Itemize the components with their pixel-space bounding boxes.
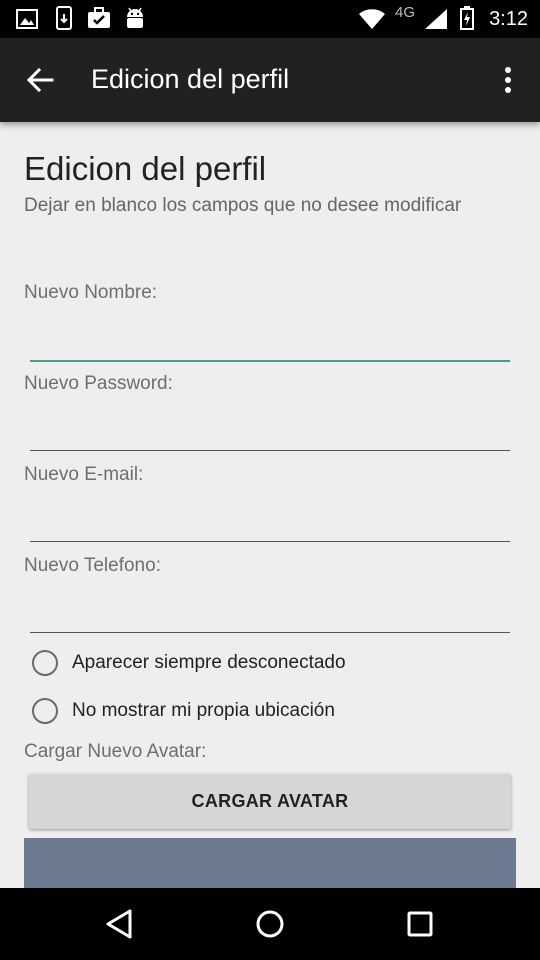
avatar-preview (24, 838, 516, 888)
page-title: Edicion del perfil (24, 150, 267, 187)
home-circle-icon (256, 910, 284, 938)
password-input[interactable] (30, 412, 510, 451)
recents-square-icon (407, 911, 433, 937)
nav-recents-button[interactable] (402, 906, 438, 942)
page-subtitle: Dejar en blanco los campos que no desee … (24, 195, 462, 216)
overflow-menu-button[interactable] (498, 62, 518, 98)
name-input[interactable] (30, 322, 510, 362)
radio-unchecked-icon (32, 698, 58, 724)
wifi-icon (359, 9, 385, 29)
nav-back-button[interactable] (102, 906, 138, 942)
avatar-label: Cargar Nuevo Avatar: (24, 741, 207, 762)
radio-unchecked-icon (32, 650, 58, 676)
profile-edit-form: Edicion del perfil Dejar en blanco los c… (0, 122, 540, 888)
more-vert-icon (505, 67, 511, 93)
navigation-bar (0, 888, 540, 960)
status-time: 3:12 (489, 8, 528, 30)
status-bar: 4G 3:12 (0, 0, 540, 38)
password-label: Nuevo Password: (24, 373, 173, 394)
upload-avatar-button[interactable]: CARGAR AVATAR (29, 774, 511, 829)
phone-input[interactable] (30, 594, 510, 633)
android-icon (127, 7, 143, 28)
appear-offline-label: Aparecer siempre desconectado (72, 652, 346, 673)
back-button[interactable] (20, 60, 60, 100)
email-label: Nuevo E-mail: (24, 464, 144, 485)
app-bar: Edicion del perfil (0, 38, 540, 122)
battery-icon (460, 6, 474, 30)
arrow-back-icon (26, 67, 54, 93)
name-label: Nuevo Nombre: (24, 282, 158, 303)
briefcase-check-icon (88, 7, 110, 28)
app-bar-title: Edicion del perfil (91, 64, 290, 94)
phone-label: Nuevo Telefono: (24, 555, 161, 576)
network-type: 4G (395, 4, 416, 21)
nav-home-button[interactable] (252, 906, 288, 942)
image-icon (16, 9, 38, 29)
phone-download-icon (56, 6, 72, 30)
hide-location-label: No mostrar mi propia ubicación (72, 700, 335, 721)
back-triangle-icon (106, 909, 132, 939)
email-input[interactable] (30, 503, 510, 542)
signal-icon (425, 9, 447, 29)
